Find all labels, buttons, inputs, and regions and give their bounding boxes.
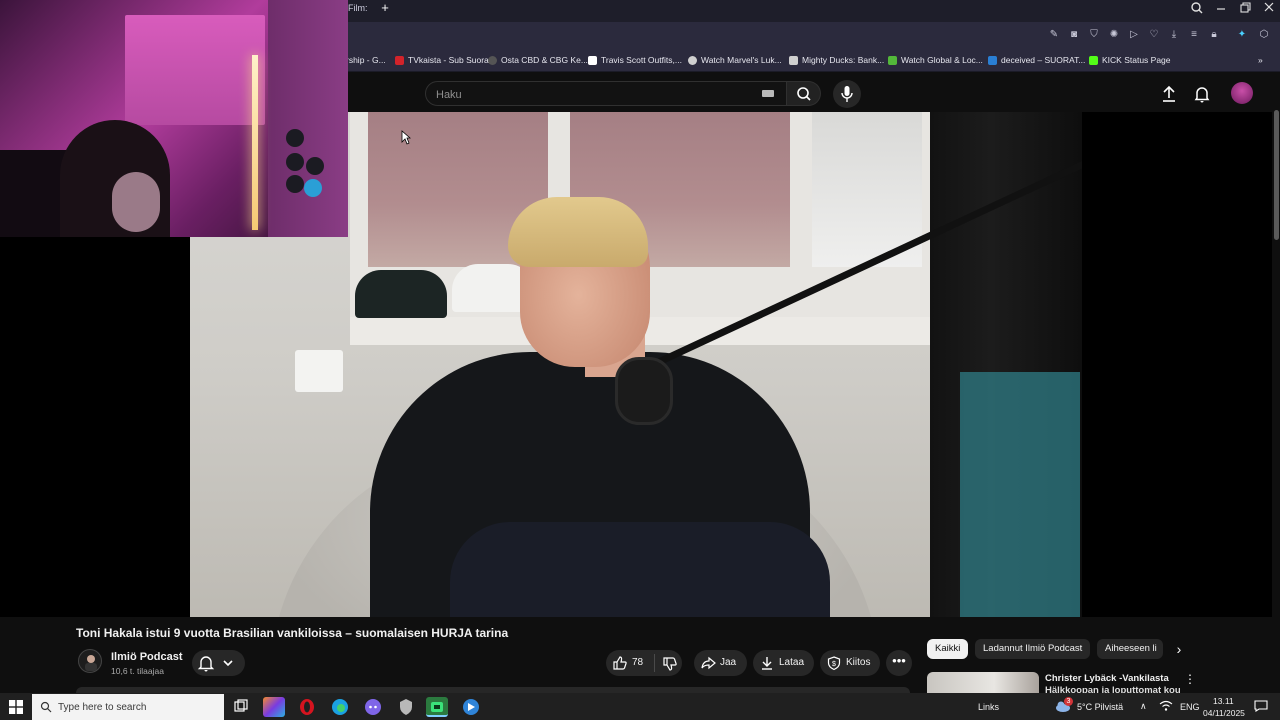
bookmark-item[interactable]: Watch Marvel's Luk... (688, 54, 782, 66)
chip-all[interactable]: Kaikki (927, 639, 969, 659)
cube-icon[interactable]: ⬡ (1258, 29, 1270, 41)
heart-icon[interactable]: ♡ (1148, 29, 1160, 41)
weather-badge: 3 (1064, 697, 1073, 706)
bookmark-favicon (395, 55, 404, 65)
app-icon-suite[interactable] (263, 697, 285, 717)
search-icon (40, 701, 52, 713)
chip-related[interactable]: Aiheeseen li (1097, 639, 1163, 659)
share-icon (700, 655, 716, 671)
bookmark-item[interactable]: TVkaista - Sub Suora (395, 54, 489, 66)
subscriber-count: 10,6 t. tilaajaa (111, 666, 164, 676)
bookmark-favicon (888, 55, 897, 65)
bookmark-item[interactable]: Mighty Ducks: Bank... (789, 54, 884, 66)
bookmark-item[interactable]: KICK Status Page (1089, 54, 1171, 66)
links-toolbar[interactable]: Links (978, 702, 999, 712)
translate-icon[interactable]: ✦ (1236, 29, 1248, 41)
keyboard-icon[interactable] (762, 90, 774, 97)
search-input[interactable] (436, 86, 756, 103)
restore-icon[interactable] (1233, 0, 1257, 18)
clock-time[interactable]: 13.11 (1213, 696, 1234, 706)
voice-search-button[interactable] (833, 80, 861, 108)
bookmark-favicon (789, 55, 798, 65)
browser-tab[interactable]: Film: (348, 3, 368, 13)
taskbar-search-input[interactable] (58, 700, 218, 714)
download-icon (759, 655, 775, 671)
divider (654, 654, 655, 672)
recommendation-menu-button[interactable]: ⋮ (1184, 673, 1196, 687)
bookmark-item[interactable]: Osta CBD & CBG Ke... (488, 54, 588, 66)
bookmark-favicon (588, 55, 597, 65)
language-indicator[interactable]: ENG (1180, 702, 1200, 712)
task-view-icon[interactable] (230, 697, 252, 717)
extension-icon[interactable]: ✺ (1108, 29, 1120, 41)
bookmarks-overflow-icon[interactable]: » (1258, 54, 1263, 66)
upload-icon[interactable] (1159, 84, 1179, 104)
chevron-up-icon[interactable]: ∧ (1140, 701, 1147, 712)
bookmark-item[interactable]: deceived – SUORAT... (988, 54, 1085, 66)
microphone-icon (841, 86, 853, 102)
weather-status[interactable]: 5°C Pilvistä (1077, 702, 1123, 712)
bookmark-favicon (688, 55, 697, 65)
scrollbar-thumb[interactable] (1274, 110, 1279, 240)
taskbar-search (32, 694, 224, 720)
shield-app-icon[interactable] (395, 697, 417, 717)
video-title: Toni Hakala istui 9 vuotta Brasilian van… (76, 626, 509, 640)
svg-text:$: $ (832, 661, 836, 668)
windows-start-icon[interactable] (9, 700, 23, 714)
share-button[interactable]: Jaa (694, 650, 747, 676)
webcam-overlay (0, 0, 348, 237)
more-actions-button[interactable]: ••• (886, 650, 912, 676)
new-tab-button[interactable]: + (378, 1, 392, 15)
bookmark-favicon (1089, 55, 1098, 65)
search-button[interactable] (787, 81, 821, 106)
search-icon[interactable] (1186, 0, 1210, 18)
bookmark-item[interactable]: rship - G... (346, 54, 386, 66)
like-count[interactable]: 78 (632, 657, 643, 668)
game-app-icon[interactable] (426, 697, 448, 717)
minimize-icon[interactable] (1209, 0, 1233, 18)
discord-icon[interactable] (362, 697, 384, 717)
streaming-app-icon[interactable] (460, 697, 482, 717)
clock-date[interactable]: 04/11/2025 (1203, 708, 1245, 718)
bookmark-item[interactable]: Watch Global & Loc... (888, 54, 983, 66)
edge-browser-icon[interactable] (329, 697, 351, 717)
chevron-right-icon[interactable]: › (1170, 640, 1188, 658)
play-icon[interactable]: ▷ (1128, 29, 1140, 41)
thanks-icon: $ (826, 655, 842, 671)
notification-center-icon[interactable] (1254, 700, 1268, 712)
screenshot-icon[interactable]: ✎ (1048, 29, 1060, 41)
opera-browser-icon[interactable] (296, 697, 318, 717)
close-icon[interactable] (1257, 0, 1280, 18)
lock-icon[interactable]: 🔒︎ (1208, 29, 1220, 41)
bookmark-favicon (488, 55, 497, 65)
download-button[interactable]: Lataa (753, 650, 814, 676)
download-icon[interactable]: ⤓ (1168, 29, 1180, 41)
dislike-icon[interactable] (662, 656, 678, 672)
network-icon[interactable] (1159, 700, 1173, 712)
like-icon[interactable] (612, 655, 628, 671)
mouse-cursor-icon (401, 130, 411, 145)
bell-icon[interactable] (1192, 84, 1212, 104)
bookmark-favicon (988, 55, 997, 65)
channel-name[interactable]: Ilmiö Podcast (111, 651, 183, 663)
avatar[interactable] (1231, 82, 1253, 104)
like-dislike-group: 78 (606, 650, 682, 676)
search-box (425, 81, 787, 106)
chip-uploaded-by[interactable]: Ladannut Ilmiö Podcast (975, 639, 1091, 659)
subscribe-notification-button[interactable] (192, 650, 245, 676)
channel-avatar[interactable] (78, 649, 102, 673)
camera-icon[interactable]: ◙ (1068, 29, 1080, 41)
screen: Film: + ✎ ◙ ⛉ ✺ ▷ ♡ ⤓ ≡ 🔒︎ ✦ ⬡ rship - G… (0, 0, 1280, 720)
search-icon (797, 87, 811, 101)
recommendation-thumbnail[interactable] (927, 672, 1039, 694)
shield-icon[interactable]: ⛉ (1088, 29, 1100, 41)
bookmark-item[interactable]: Travis Scott Outfits,... (588, 54, 682, 66)
thanks-button[interactable]: $ Kiitos (820, 650, 880, 676)
menu-icon[interactable]: ≡ (1188, 29, 1200, 41)
